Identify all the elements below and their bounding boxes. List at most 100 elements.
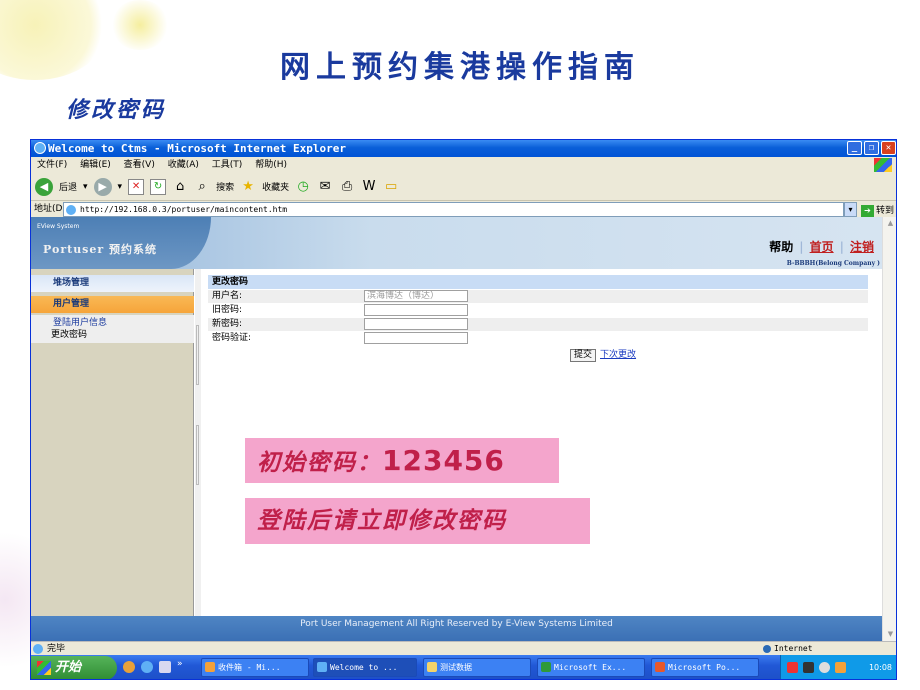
clock: 10:08 xyxy=(868,663,892,672)
start-button[interactable]: 开始 xyxy=(31,656,117,679)
excel-icon xyxy=(541,662,551,672)
print-icon[interactable]: ⎙ xyxy=(339,179,355,195)
frame-splitter[interactable] xyxy=(195,269,201,616)
nav-group-yard[interactable]: 堆场管理 xyxy=(31,275,194,292)
menu-tools[interactable]: 工具(T) xyxy=(212,160,243,170)
app-tray-icon[interactable] xyxy=(835,662,846,673)
scroll-down-icon[interactable]: ▼ xyxy=(884,628,896,641)
network-icon[interactable] xyxy=(819,662,830,673)
back-arrow-icon[interactable]: ◀ xyxy=(35,177,53,196)
stop-icon[interactable]: ✕ xyxy=(128,178,145,195)
security-zone: Internet xyxy=(763,643,813,655)
task-testdata-label: 测试数据 xyxy=(440,663,472,672)
ie-icon xyxy=(34,142,46,154)
task-excel[interactable]: Microsoft Ex... xyxy=(537,658,645,677)
favorites-star-icon[interactable]: ★ xyxy=(240,179,256,195)
change-later-link[interactable]: 下次更改 xyxy=(600,350,636,360)
address-url: http://192.168.0.3/portuser/maincontent.… xyxy=(80,205,288,214)
outlook-icon xyxy=(205,662,215,672)
app-banner: EView System Portuser 预约系统 帮助 | 首页 | 注销 B-BB… xyxy=(31,217,882,269)
slide-title: 网上预约集港操作指南 xyxy=(280,50,640,85)
go-label: 转到 xyxy=(876,206,895,216)
back-button-label[interactable]: 后退 xyxy=(59,180,77,193)
page-status-icon xyxy=(33,644,43,654)
nav-item-change-password[interactable]: 更改密码 xyxy=(51,329,87,341)
browser-window: Welcome to Ctms - Microsoft Internet Exp… xyxy=(30,139,897,680)
windows-logo-icon xyxy=(37,661,51,675)
new-password-input[interactable] xyxy=(364,318,468,330)
menu-file[interactable]: 文件(F) xyxy=(37,160,67,170)
menu-view[interactable]: 查看(V) xyxy=(124,160,155,170)
form-row-new-password: 新密码: xyxy=(208,318,868,331)
quicklaunch-ie-icon[interactable] xyxy=(141,661,153,673)
old-password-input[interactable] xyxy=(364,304,468,316)
minimize-button[interactable]: _ xyxy=(847,141,862,155)
ie-icon xyxy=(317,662,327,672)
task-inbox-label: 收件箱 - Mi... xyxy=(218,663,281,672)
title-bar[interactable]: Welcome to Ctms - Microsoft Internet Exp… xyxy=(31,140,896,157)
search-icon[interactable]: ⌕ xyxy=(194,179,210,195)
vertical-scrollbar[interactable]: ▲ ▼ xyxy=(882,217,896,641)
quicklaunch-browser-icon[interactable] xyxy=(123,661,135,673)
company-label: B-BBBH(Belong Company ) xyxy=(786,260,880,267)
nav-subitems: 登陆用户信息 更改密码 xyxy=(31,315,194,343)
form-row-username: 用户名: 滨海博达（博达） xyxy=(208,290,868,303)
close-button[interactable]: ✕ xyxy=(881,141,896,155)
username-field: 滨海博达（博达） xyxy=(364,290,468,302)
form-actions: 提交 下次更改 xyxy=(570,347,636,362)
status-text: 完毕 xyxy=(47,644,66,654)
username-label: 用户名: xyxy=(212,291,243,301)
quicklaunch-more-icon[interactable]: » xyxy=(177,659,183,669)
menu-help[interactable]: 帮助(H) xyxy=(255,160,287,170)
favorites-button-label[interactable]: 收藏夹 xyxy=(262,180,289,193)
mail-icon[interactable]: ✉ xyxy=(317,179,333,195)
taskbar: 开始 » 收件箱 - Mi... Welcome to ... 测试数据 Mic… xyxy=(31,655,896,679)
task-excel-label: Microsoft Ex... xyxy=(554,663,627,672)
ime-icon[interactable] xyxy=(787,662,798,673)
quicklaunch-desktop-icon[interactable] xyxy=(159,661,171,673)
confirm-password-input[interactable] xyxy=(364,332,468,344)
old-password-label: 旧密码: xyxy=(212,305,243,315)
page-icon xyxy=(66,205,76,215)
header-links: 帮助 | 首页 | 注销 xyxy=(769,238,874,255)
home-icon[interactable]: ⌂ xyxy=(172,179,188,195)
home-link[interactable]: 首页 xyxy=(810,240,834,254)
help-link[interactable]: 帮助 xyxy=(769,240,793,254)
initial-password-callout: 初始密码：123456 xyxy=(245,438,559,483)
task-welcome[interactable]: Welcome to ... xyxy=(313,658,417,677)
banner-logo-area: EView System Portuser 预约系统 xyxy=(31,217,211,269)
address-label: 地址(D) xyxy=(34,204,66,214)
address-input[interactable]: http://192.168.0.3/portuser/maincontent.… xyxy=(63,202,844,217)
scroll-up-icon[interactable]: ▲ xyxy=(884,217,896,230)
form-row-confirm-password: 密码验证: xyxy=(208,332,868,345)
history-icon[interactable]: ◷ xyxy=(295,179,311,195)
initial-password-value: 123456 xyxy=(382,444,505,477)
logout-link[interactable]: 注销 xyxy=(850,240,874,254)
splitter-handle[interactable] xyxy=(196,425,199,485)
address-dropdown-icon[interactable]: ▾ xyxy=(844,202,857,217)
edit-icon[interactable]: W xyxy=(361,179,377,195)
task-testdata[interactable]: 测试数据 xyxy=(423,658,531,677)
start-label: 开始 xyxy=(55,660,82,675)
task-powerpoint[interactable]: Microsoft Po... xyxy=(651,658,759,677)
splitter-handle[interactable] xyxy=(196,325,199,385)
menu-favorites[interactable]: 收藏(A) xyxy=(168,160,199,170)
nav-item-login-info[interactable]: 登陆用户信息 xyxy=(53,317,107,329)
help-tray-icon[interactable] xyxy=(803,662,814,673)
forward-dropdown-icon[interactable]: ▾ xyxy=(118,182,123,192)
refresh-icon[interactable]: ↻ xyxy=(150,178,167,195)
left-nav: 堆场管理 用户管理 登陆用户信息 更改密码 xyxy=(31,269,194,616)
nav-group-users[interactable]: 用户管理 xyxy=(31,296,194,313)
app-footer: Port User Management All Right Reserved … xyxy=(31,616,882,641)
folder-icon[interactable]: ▭ xyxy=(383,179,399,195)
menu-edit[interactable]: 编辑(E) xyxy=(80,160,111,170)
window-title: Welcome to Ctms - Microsoft Internet Exp… xyxy=(48,142,347,155)
submit-button[interactable]: 提交 xyxy=(570,349,597,362)
task-inbox[interactable]: 收件箱 - Mi... xyxy=(201,658,309,677)
back-dropdown-icon[interactable]: ▾ xyxy=(83,182,88,192)
forward-arrow-icon[interactable]: ▶ xyxy=(93,177,112,196)
maximize-button[interactable]: ❐ xyxy=(864,141,879,155)
search-button-label[interactable]: 搜索 xyxy=(216,180,234,193)
form-row-old-password: 旧密码: xyxy=(208,304,868,317)
page-content: EView System Portuser 预约系统 帮助 | 首页 | 注销 B-BB… xyxy=(31,217,882,641)
